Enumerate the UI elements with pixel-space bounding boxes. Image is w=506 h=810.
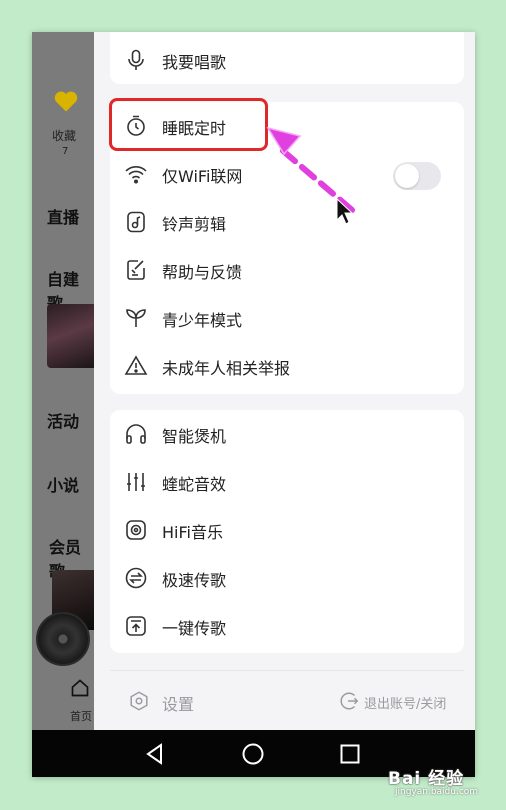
microphone-icon: [128, 49, 144, 70]
gear-icon: [130, 691, 148, 711]
menu-item-label: 智能煲机: [162, 427, 227, 446]
logout-label: 退出账号/关闭: [364, 697, 447, 712]
toggle-knob: [395, 164, 419, 188]
menu-item-label: 一键传歌: [162, 619, 227, 638]
recents-square-icon[interactable]: [337, 741, 363, 767]
menu-item-sing[interactable]: 我要唱歌: [110, 36, 464, 84]
menu-item-label: 帮助与反馈: [162, 263, 243, 282]
menu-item-label: HiFi音乐: [162, 523, 223, 542]
menu-item-label: 未成年人相关举报: [162, 359, 291, 378]
menu-item-help-feedback[interactable]: 帮助与反馈: [110, 246, 464, 294]
sprout-icon: [126, 309, 146, 327]
menu-item-one-click-transfer[interactable]: 一键传歌: [110, 602, 464, 650]
menu-item-smart-burn-in[interactable]: 智能煲机: [110, 410, 464, 458]
settings-label: 设置: [162, 695, 195, 714]
logout-icon: [340, 692, 359, 710]
menu-item-label: 铃声剪辑: [162, 215, 227, 234]
transfer-icon: [125, 567, 147, 589]
warning-icon: [124, 355, 148, 375]
heart-icon: [54, 91, 78, 112]
wifi-only-toggle[interactable]: [393, 162, 441, 190]
wifi-icon: [125, 166, 147, 184]
menu-item-label: 仅WiFi联网: [162, 167, 243, 186]
menu-item-wifi-only[interactable]: 仅WiFi联网: [110, 150, 464, 198]
sing-card: 我要唱歌: [110, 32, 464, 84]
ringtone-icon: [127, 211, 145, 233]
equalizer-icon: [127, 473, 145, 491]
highlight-box: [109, 98, 268, 151]
tab-home: 首页: [70, 710, 92, 723]
feedback-icon: [127, 260, 145, 280]
menu-item-viper-sound[interactable]: 蝰蛇音效: [110, 458, 464, 506]
upload-icon: [126, 616, 146, 636]
back-triangle-icon[interactable]: [142, 741, 168, 767]
menu-item-fast-transfer[interactable]: 极速传歌: [110, 554, 464, 602]
section-activity: 活动: [47, 412, 80, 431]
menu-item-label: 我要唱歌: [162, 53, 227, 72]
watermark-brand: Bai 经验: [388, 769, 465, 789]
home-icon: [71, 679, 89, 697]
menu-item-label: 青少年模式: [162, 311, 243, 330]
favorites-label: 收藏: [52, 129, 77, 143]
menu-item-label: 极速传歌: [162, 571, 227, 590]
menu-item-teen-mode[interactable]: 青少年模式: [110, 294, 464, 342]
logout-button[interactable]: 退出账号/关闭: [338, 682, 468, 722]
section-live: 直播: [47, 208, 80, 227]
settings-button[interactable]: 设置: [128, 682, 218, 722]
footer-divider: [110, 670, 464, 671]
home-circle-icon[interactable]: [240, 741, 266, 767]
watermark-url: jingyan.baidu.com: [395, 787, 479, 797]
section-novel: 小说: [47, 476, 80, 495]
playlist-thumbnail: [47, 304, 94, 368]
hifi-icon: [126, 520, 146, 540]
background-app: 收藏 7 直播 自建歌 活动 小说 会员歌 首页: [32, 32, 94, 730]
menu-item-ringtone-edit[interactable]: 铃声剪辑: [110, 198, 464, 246]
favorites-count: 7: [62, 146, 69, 157]
now-playing-disc: [36, 612, 90, 666]
menu-item-hifi-music[interactable]: HiFi音乐: [110, 506, 464, 554]
audio-card: 智能煲机 蝰蛇音效 HiFi音乐 极速传歌 一键传歌: [110, 410, 464, 653]
headphones-icon: [126, 424, 146, 444]
menu-item-minor-report[interactable]: 未成年人相关举报: [110, 342, 464, 390]
menu-item-label: 蝰蛇音效: [162, 475, 227, 494]
